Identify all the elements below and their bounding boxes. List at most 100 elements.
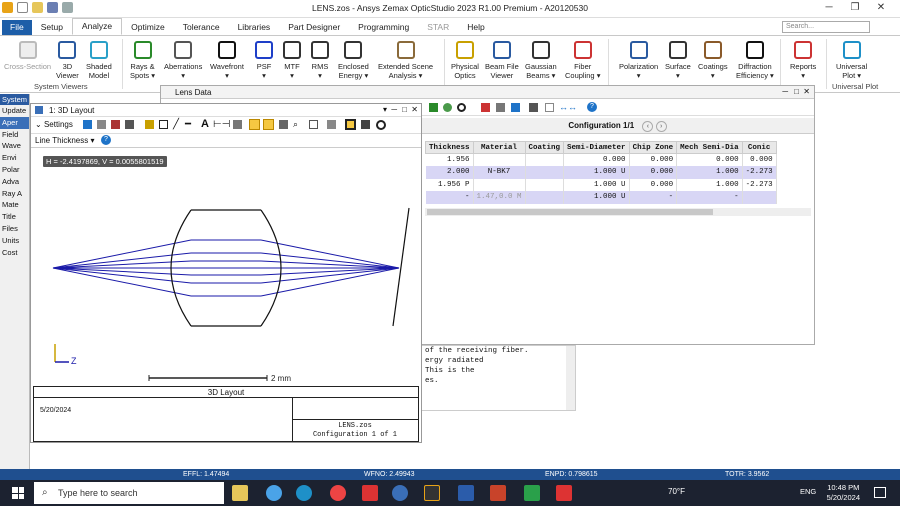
table-cell[interactable]: 0.000	[563, 153, 630, 166]
minimize-icon[interactable]: ─	[816, 2, 842, 13]
table-cell[interactable]	[525, 178, 565, 191]
explorer-item-cost[interactable]: Cost	[0, 247, 29, 259]
tab-optimize[interactable]: Optimize	[122, 20, 174, 35]
settings-button[interactable]: ⌄ Settings	[35, 120, 73, 129]
lens-data-minimize-icon[interactable]: ─	[782, 87, 788, 96]
table-row[interactable]: 1.956 0.000 0.000 0.000 0.000	[425, 153, 777, 166]
update-button[interactable]: Update	[0, 105, 29, 117]
table-cell[interactable]: -	[676, 191, 743, 204]
clock[interactable]: 10:48 PM 5/20/2024	[827, 483, 860, 503]
table-cell[interactable]: 1.956 P	[425, 178, 474, 191]
help-icon[interactable]: ?	[587, 102, 597, 112]
table-cell[interactable]: 0.000	[629, 178, 678, 191]
layout-pin-icon[interactable]: ▾	[383, 105, 387, 114]
wavefront-button[interactable]: Wavefront ▾	[210, 39, 244, 80]
psf-button[interactable]: PSF ▾	[253, 39, 275, 80]
recorder-icon[interactable]	[556, 485, 572, 501]
table-cell[interactable]: 1.956	[425, 153, 474, 166]
table-cell[interactable]: 1.000	[676, 166, 743, 179]
tool-icon[interactable]	[496, 103, 505, 112]
print-icon[interactable]	[125, 120, 134, 129]
reports-button[interactable]: Reports ▾	[790, 39, 816, 80]
table-cell[interactable]: 0.000	[676, 153, 743, 166]
pan-icon[interactable]	[279, 120, 288, 129]
explorer-item-fields[interactable]: Field	[0, 129, 29, 141]
table-cell[interactable]: 0.000	[629, 166, 678, 179]
table-cell[interactable]: 1.000 U	[563, 166, 630, 179]
circle-icon[interactable]	[457, 103, 466, 112]
arrows-icon[interactable]: ↔↔	[559, 102, 577, 112]
physical-optics-button[interactable]: Physical Optics	[451, 39, 479, 80]
3d-viewer-button[interactable]: 3D Viewer	[56, 39, 79, 80]
powerpoint-icon[interactable]	[490, 485, 506, 501]
explorer-item-wavelengths[interactable]: Wave	[0, 140, 29, 152]
explorer-item-material[interactable]: Mate	[0, 199, 29, 211]
fit-icon[interactable]	[345, 119, 356, 130]
pencil-icon[interactable]	[481, 103, 490, 112]
window-icon[interactable]	[361, 120, 370, 129]
layout-close-icon[interactable]: ✕	[411, 105, 418, 114]
surface-button[interactable]: Surface ▾	[665, 39, 691, 80]
horizontal-scrollbar[interactable]	[425, 208, 811, 216]
table-cell[interactable]	[742, 191, 777, 204]
taskbar-search[interactable]: ⌕ Type here to search	[34, 482, 224, 504]
table-cell[interactable]	[525, 166, 565, 179]
word-icon[interactable]	[458, 485, 474, 501]
tab-file[interactable]: File	[2, 20, 32, 35]
view-icon[interactable]	[263, 119, 274, 130]
tab-setup[interactable]: Setup	[32, 20, 72, 35]
table-cell[interactable]: 1.000 U	[563, 178, 630, 191]
table-row[interactable]: 2.000 N-BK7 1.000 U 0.000 1.000 -2.273	[425, 166, 777, 179]
config-prev-button[interactable]: ‹	[642, 121, 654, 132]
column-header[interactable]: Coating	[524, 141, 565, 154]
rotate-icon[interactable]	[233, 120, 242, 129]
layout-maximize-icon[interactable]: □	[402, 105, 407, 114]
table-cell[interactable]: 0.000	[742, 153, 777, 166]
shaded-model-button[interactable]: Shaded Model	[86, 39, 112, 80]
chrome-icon[interactable]	[330, 485, 346, 501]
table-cell[interactable]: 1.000 U	[563, 191, 630, 204]
save-image-icon[interactable]	[111, 120, 120, 129]
column-header[interactable]: Conic	[741, 141, 777, 154]
table-cell[interactable]: 1.47,0.0 M	[473, 191, 526, 204]
copy-icon[interactable]	[97, 120, 106, 129]
rays-spots-button[interactable]: Rays & Spots ▾	[130, 39, 155, 80]
weather-label[interactable]: 70°F	[668, 487, 685, 496]
polarization-button[interactable]: Polarization ▾	[619, 39, 658, 80]
diffraction-efficiency-button[interactable]: Diffraction Efficiency ▾	[736, 39, 774, 80]
extended-scene-button[interactable]: Extended Scene Analysis ▾	[378, 39, 433, 80]
table-cell[interactable]: 0.000	[629, 153, 678, 166]
aberrations-button[interactable]: Aberrations ▾	[164, 39, 202, 80]
table-cell[interactable]: -2.273	[742, 166, 777, 179]
layout-canvas[interactable]: H = -2.4197869, V = 0.0055801519 Z 2 mm	[33, 150, 419, 386]
explorer-item-polarization[interactable]: Polar	[0, 164, 29, 176]
text-tool-icon[interactable]: A	[201, 118, 209, 130]
tab-libraries[interactable]: Libraries	[229, 20, 280, 35]
explorer-item-title[interactable]: Title	[0, 211, 29, 223]
page-icon[interactable]	[545, 103, 554, 112]
table-cell[interactable]: 1.000	[676, 178, 743, 191]
globe-icon[interactable]	[443, 103, 452, 112]
vertical-scrollbar[interactable]	[566, 346, 575, 410]
table-cell[interactable]: -	[425, 191, 474, 204]
rms-button[interactable]: RMS ▾	[309, 39, 331, 80]
explorer-item-aperture[interactable]: Aper	[0, 116, 29, 129]
table-cell[interactable]	[525, 191, 565, 204]
table-cell[interactable]	[525, 153, 565, 166]
maximize-icon[interactable]: ❐	[842, 2, 868, 13]
help-icon[interactable]: ?	[101, 135, 111, 145]
gaussian-beams-button[interactable]: Gaussian Beams ▾	[525, 39, 557, 80]
dimension-icon[interactable]: ⊢⊣	[213, 119, 230, 130]
refresh-icon[interactable]	[83, 120, 92, 129]
cross-section-button[interactable]: Cross-Section	[4, 39, 51, 72]
edge-icon[interactable]	[296, 485, 312, 501]
mtf-button[interactable]: MTF ▾	[281, 39, 303, 80]
line-thickness-dropdown[interactable]: Line Thickness ▾	[35, 136, 94, 145]
zoom-icon[interactable]: ⌕	[293, 119, 298, 130]
opticstudio-icon[interactable]	[424, 485, 440, 501]
pen-icon[interactable]	[145, 120, 154, 129]
notification-icon[interactable]	[874, 487, 886, 498]
table-cell[interactable]: 2.000	[425, 166, 474, 179]
file-explorer-icon[interactable]	[232, 485, 248, 501]
windows-start-icon[interactable]	[12, 487, 24, 499]
